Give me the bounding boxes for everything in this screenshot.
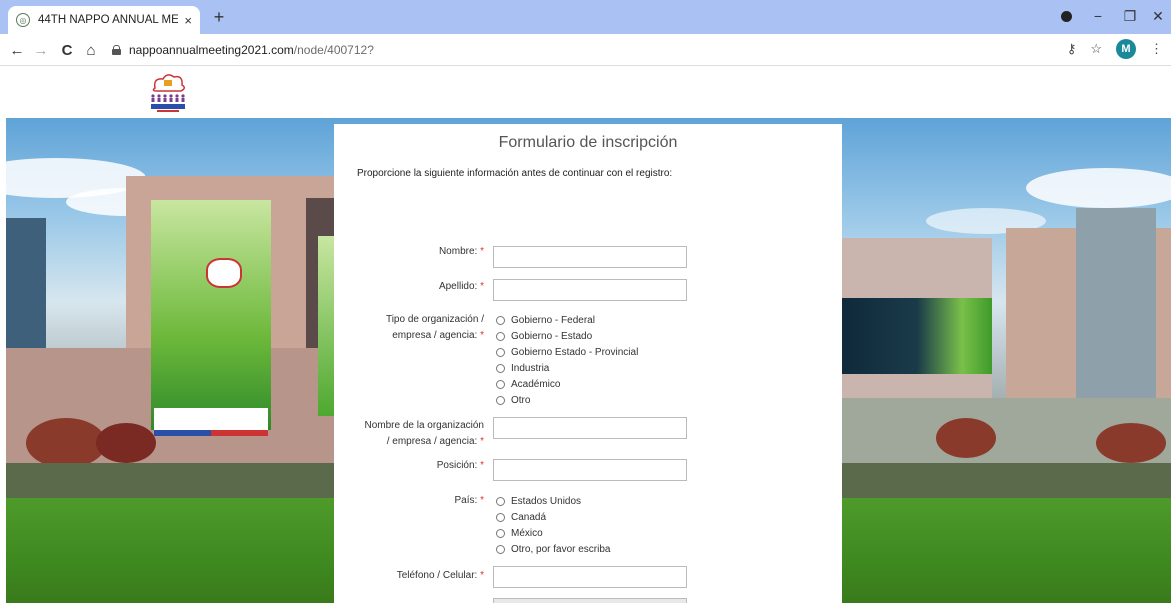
apellido-label: Apellido: * xyxy=(438,281,484,292)
back-icon[interactable]: ← xyxy=(6,39,28,61)
required-mark: * xyxy=(480,460,484,471)
org-type-option[interactable]: Gobierno - Federal xyxy=(496,313,595,327)
country-option[interactable]: Estados Unidos xyxy=(496,494,581,508)
browser-tab[interactable]: ◎ 44TH NAPPO ANNUAL MEETING × xyxy=(8,6,200,34)
radio-button[interactable] xyxy=(496,315,505,325)
key-icon[interactable]: ⚷ xyxy=(1067,41,1077,57)
reload-icon[interactable]: C xyxy=(56,39,78,61)
pais-label: País: * xyxy=(454,495,484,506)
tab-close-icon[interactable]: × xyxy=(184,13,192,28)
required-mark: * xyxy=(480,570,484,581)
registration-form: Formulario de inscripción Proporcione la… xyxy=(334,124,842,603)
posicion-label: Posición: * xyxy=(436,460,484,471)
required-mark: * xyxy=(480,281,484,292)
country-option[interactable]: México xyxy=(496,526,543,540)
toolbar-right: ⚷ ☆ M ⋮ xyxy=(1067,39,1163,59)
browser-tab-bar: ◎ 44TH NAPPO ANNUAL MEETING × + − ❐ ✕ xyxy=(0,0,1171,34)
next-field-input[interactable] xyxy=(493,598,687,603)
org-type-option[interactable]: Gobierno Estado - Provincial xyxy=(496,345,638,359)
radio-button[interactable] xyxy=(496,395,505,405)
form-intro: Proporcione la siguiente información ant… xyxy=(357,168,673,179)
org-type-option[interactable]: Académico xyxy=(496,377,560,391)
tab-title: 44TH NAPPO ANNUAL MEETING xyxy=(38,14,179,26)
forward-icon[interactable]: → xyxy=(30,39,52,61)
radio-button[interactable] xyxy=(496,363,505,373)
bookmark-star-icon[interactable]: ☆ xyxy=(1090,41,1102,57)
url-path: /node/400712? xyxy=(293,43,374,57)
radio-button[interactable] xyxy=(496,379,505,389)
form-title: Formulario de inscripción xyxy=(498,134,678,151)
radio-button[interactable] xyxy=(496,528,505,538)
telefono-input[interactable] xyxy=(493,566,687,588)
lock-icon xyxy=(112,45,121,55)
url-domain: nappoannualmeeting2021.com xyxy=(129,43,294,57)
country-option[interactable]: Canadá xyxy=(496,510,546,524)
required-mark: * xyxy=(480,436,484,447)
tipo-organizacion-label: Tipo de organización / empresa / agencia… xyxy=(385,314,484,341)
posicion-input[interactable] xyxy=(493,459,687,481)
new-tab-button[interactable]: + xyxy=(208,6,230,28)
org-type-option[interactable]: Industria xyxy=(496,361,549,375)
minimize-icon[interactable]: − xyxy=(1080,4,1116,28)
url-field[interactable]: nappoannualmeeting2021.com/node/400712? xyxy=(108,38,1118,62)
radio-button[interactable] xyxy=(496,544,505,554)
nappo-logo[interactable] xyxy=(143,70,193,114)
nombre-organizacion-input[interactable] xyxy=(493,417,687,439)
menu-icon[interactable]: ⋮ xyxy=(1150,41,1163,57)
recording-indicator-icon xyxy=(1048,4,1084,28)
country-option[interactable]: Otro, por favor escriba xyxy=(496,542,610,556)
radio-button[interactable] xyxy=(496,331,505,341)
close-window-icon[interactable]: ✕ xyxy=(1140,4,1171,28)
site-favicon-icon: ◎ xyxy=(16,13,30,27)
radio-button[interactable] xyxy=(496,512,505,522)
profile-avatar[interactable]: M xyxy=(1116,39,1136,59)
org-type-option[interactable]: Gobierno - Estado xyxy=(496,329,592,343)
radio-button[interactable] xyxy=(496,347,505,357)
nombre-label: Nombre: * xyxy=(438,246,484,257)
required-mark: * xyxy=(480,246,484,257)
required-mark: * xyxy=(480,330,484,341)
home-icon[interactable]: ⌂ xyxy=(80,39,102,61)
required-mark: * xyxy=(480,495,484,506)
page-header xyxy=(0,66,1171,118)
apellido-input[interactable] xyxy=(493,279,687,301)
address-bar: ← → C ⌂ nappoannualmeeting2021.com/node/… xyxy=(0,34,1171,66)
nombre-organizacion-label: Nombre de la organización / empresa / ag… xyxy=(364,420,484,447)
telefono-label: Teléfono / Celular: * xyxy=(396,570,484,581)
radio-button[interactable] xyxy=(496,496,505,506)
nombre-input[interactable] xyxy=(493,246,687,268)
org-type-option[interactable]: Otro xyxy=(496,393,530,407)
